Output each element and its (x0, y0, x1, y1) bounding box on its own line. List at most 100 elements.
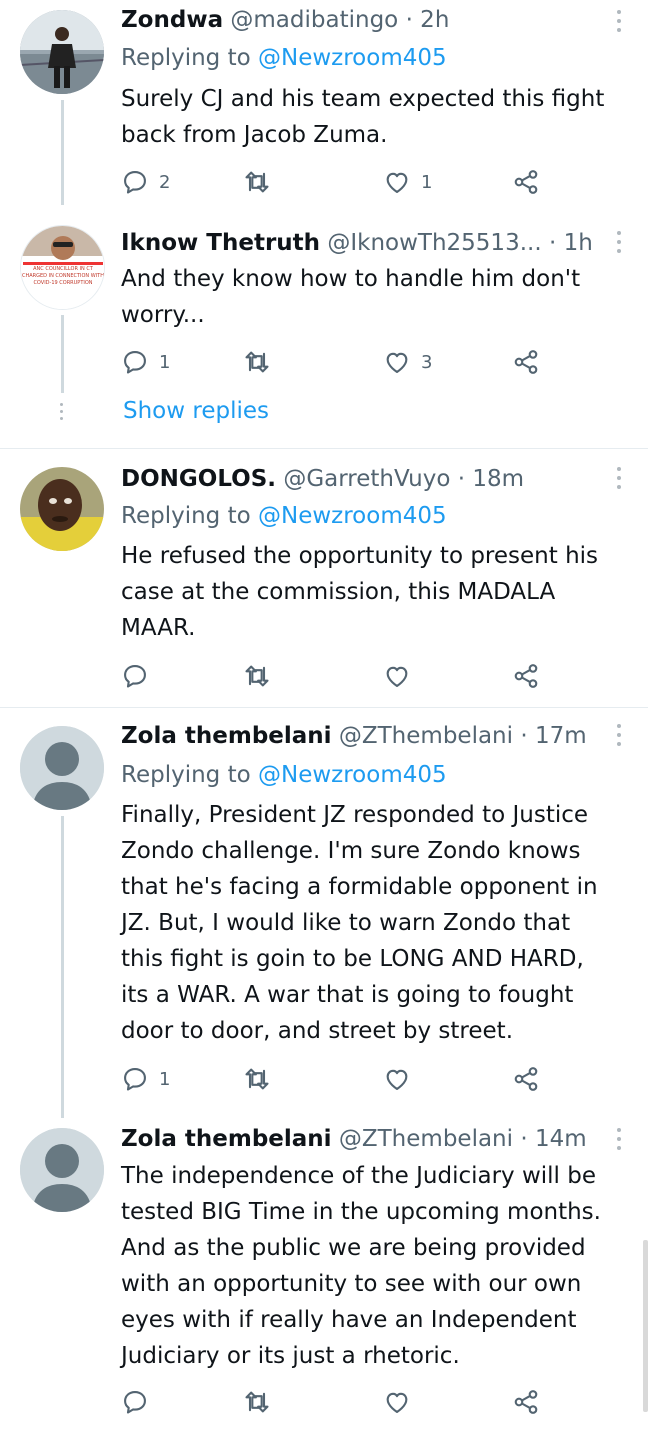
timestamp[interactable]: · 18m (458, 466, 524, 492)
tweet-header: Iknow Thetruth @IknowTh25513... · 1h (121, 225, 608, 261)
replying-to-link[interactable]: @Newzroom405 (258, 762, 447, 788)
more-icon[interactable] (614, 463, 624, 493)
replying-to: Replying to @Newzroom405 (121, 503, 447, 529)
tweet-actions: 2 1 (121, 166, 561, 198)
more-icon[interactable] (614, 1124, 624, 1154)
retweet-icon (243, 662, 271, 690)
more-icon[interactable] (614, 6, 624, 36)
like-button[interactable] (383, 660, 411, 692)
reply-button[interactable]: 2 (121, 166, 170, 198)
reply-icon (121, 168, 149, 196)
share-button[interactable] (512, 660, 540, 692)
tweet-text: He refused the opportunity to present hi… (121, 543, 599, 641)
reply-icon (121, 348, 149, 376)
avatar-caption: ANC COUNCILLOR IN CT (33, 266, 93, 272)
replying-to-link[interactable]: @Newzroom405 (258, 503, 447, 529)
timestamp[interactable]: · 2h (406, 7, 450, 33)
handle[interactable]: @ZThembelani (339, 1126, 513, 1152)
tweet-header: DONGOLOS. @GarrethVuyo · 18m (121, 461, 608, 497)
share-button[interactable] (512, 346, 540, 378)
avatar[interactable] (20, 726, 104, 810)
tweet-header: Zondwa @madibatingo · 2h (121, 2, 608, 38)
avatar[interactable] (20, 10, 104, 94)
display-name[interactable]: Zondwa (121, 7, 223, 33)
reply-count: 1 (159, 1068, 171, 1090)
reply-button[interactable]: 1 (121, 346, 170, 378)
retweet-icon (243, 348, 271, 376)
timestamp[interactable]: · 1h (549, 230, 593, 256)
reply-button[interactable] (121, 660, 149, 692)
handle[interactable]: @GarrethVuyo (283, 466, 450, 492)
like-button[interactable] (383, 1063, 411, 1095)
reply-button[interactable] (121, 1386, 149, 1418)
handle[interactable]: @IknowTh25513... (327, 230, 541, 256)
reply-icon (121, 662, 149, 690)
like-button[interactable] (383, 1386, 411, 1418)
replying-to: Replying to @Newzroom405 (121, 762, 447, 788)
share-button[interactable] (512, 166, 540, 198)
replying-to: Replying to @Newzroom405 (121, 45, 447, 71)
share-icon (512, 348, 540, 376)
tweet[interactable]: Zola thembelani @ZThembelani · 17m Reply… (0, 708, 648, 1118)
tweet-actions: 1 3 (121, 346, 561, 378)
tweet[interactable]: ANC COUNCILLOR IN CT CHARGED IN CONNECTI… (0, 215, 648, 447)
share-button[interactable] (512, 1386, 540, 1418)
reply-count: 2 (159, 171, 171, 193)
reply-icon (121, 1065, 149, 1093)
tweet-text: And they know how to handle him don't wo… (121, 266, 581, 328)
like-icon (383, 662, 411, 690)
like-icon (383, 348, 411, 376)
timestamp[interactable]: · 14m (520, 1126, 586, 1152)
share-icon (512, 662, 540, 690)
tweet-text: Finally, President JZ responded to Justi… (121, 802, 598, 1044)
tweet[interactable]: Zola thembelani @ZThembelani · 14m The i… (0, 1118, 648, 1448)
avatar[interactable]: ANC COUNCILLOR IN CT CHARGED IN CONNECTI… (20, 225, 105, 310)
more-icon[interactable] (614, 227, 624, 257)
share-button[interactable] (512, 1063, 540, 1095)
like-icon (383, 168, 411, 196)
timestamp[interactable]: · 17m (520, 723, 586, 749)
tweet-actions (121, 1386, 561, 1418)
more-icon[interactable] (614, 720, 624, 750)
avatar-caption: CHARGED IN CONNECTION WITH (21, 273, 104, 279)
avatar-caption: COVID-19 CORRUPTION (33, 280, 93, 286)
thread-line (61, 315, 64, 393)
scrollbar[interactable] (643, 1240, 648, 1412)
tweet-actions: 1 (121, 1063, 561, 1095)
tweet-text: The independence of the Judiciary will b… (121, 1163, 601, 1369)
share-icon (512, 168, 540, 196)
handle[interactable]: @ZThembelani (339, 723, 513, 749)
retweet-icon (243, 1065, 271, 1093)
like-button[interactable]: 3 (383, 346, 432, 378)
retweet-button[interactable] (243, 1386, 271, 1418)
tweet[interactable]: DONGOLOS. @GarrethVuyo · 18m Replying to… (0, 449, 648, 707)
retweet-button[interactable] (243, 1063, 271, 1095)
show-replies-link[interactable]: Show replies (123, 394, 269, 428)
like-count: 1 (421, 171, 433, 193)
avatar[interactable] (20, 1128, 104, 1212)
display-name[interactable]: DONGOLOS. (121, 466, 276, 492)
replying-to-link[interactable]: @Newzroom405 (258, 45, 447, 71)
display-name[interactable]: Zola thembelani (121, 1126, 332, 1152)
like-button[interactable]: 1 (383, 166, 432, 198)
tweet-text: Surely CJ and his team expected this fig… (121, 86, 605, 148)
reply-count: 1 (159, 351, 171, 373)
tweet-header: Zola thembelani @ZThembelani · 17m (121, 718, 608, 754)
like-icon (383, 1065, 411, 1093)
retweet-button[interactable] (243, 166, 271, 198)
share-icon (512, 1388, 540, 1416)
handle[interactable]: @madibatingo (230, 7, 398, 33)
share-icon (512, 1065, 540, 1093)
display-name[interactable]: Zola thembelani (121, 723, 332, 749)
display-name[interactable]: Iknow Thetruth (121, 230, 320, 256)
retweet-icon (243, 1388, 271, 1416)
reply-icon (121, 1388, 149, 1416)
retweet-button[interactable] (243, 660, 271, 692)
tweet-header: Zola thembelani @ZThembelani · 14m (121, 1121, 608, 1157)
retweet-icon (243, 168, 271, 196)
reply-button[interactable]: 1 (121, 1063, 170, 1095)
retweet-button[interactable] (243, 346, 271, 378)
tweet[interactable]: Zondwa @madibatingo · 2h Replying to @Ne… (0, 0, 648, 205)
avatar[interactable] (20, 467, 104, 551)
thread-line (61, 100, 64, 205)
